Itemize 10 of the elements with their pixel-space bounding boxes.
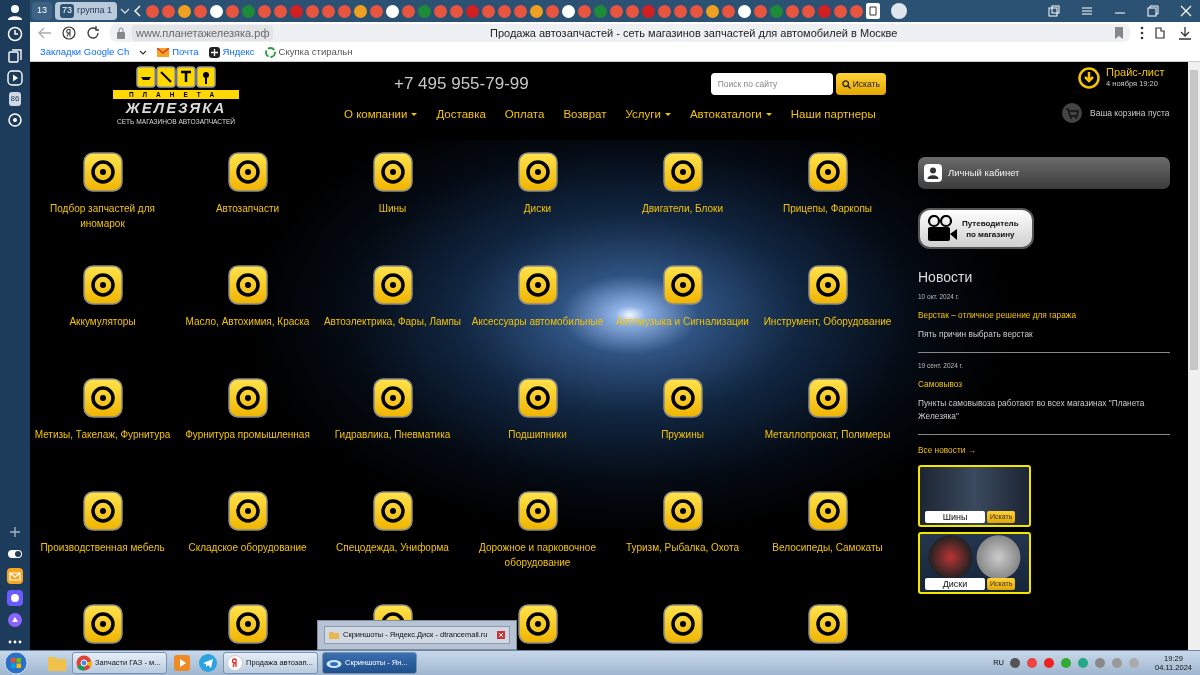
news-summary: Пять причин выбрать верстак: [918, 328, 1034, 342]
phone-number: +7 495 955-79-99: [394, 73, 529, 96]
logo-name-text: ЖЕЛЕЗЯКА: [125, 99, 227, 116]
promo-label: Диски: [925, 577, 985, 590]
cart-status: Ваша корзина пуста: [1090, 106, 1170, 120]
promo-label: Шины: [925, 510, 985, 523]
url-text: www.планетажелезяка.рф: [132, 24, 274, 42]
news-summary: Пункты самовывоза работают во всех магазинах "Планета Железяка": [918, 397, 1146, 424]
page-title: Продажа автозапчастей - сеть магазинов запчастей для автомобилей в Москве: [489, 25, 899, 41]
news-heading: Новости: [918, 268, 974, 287]
